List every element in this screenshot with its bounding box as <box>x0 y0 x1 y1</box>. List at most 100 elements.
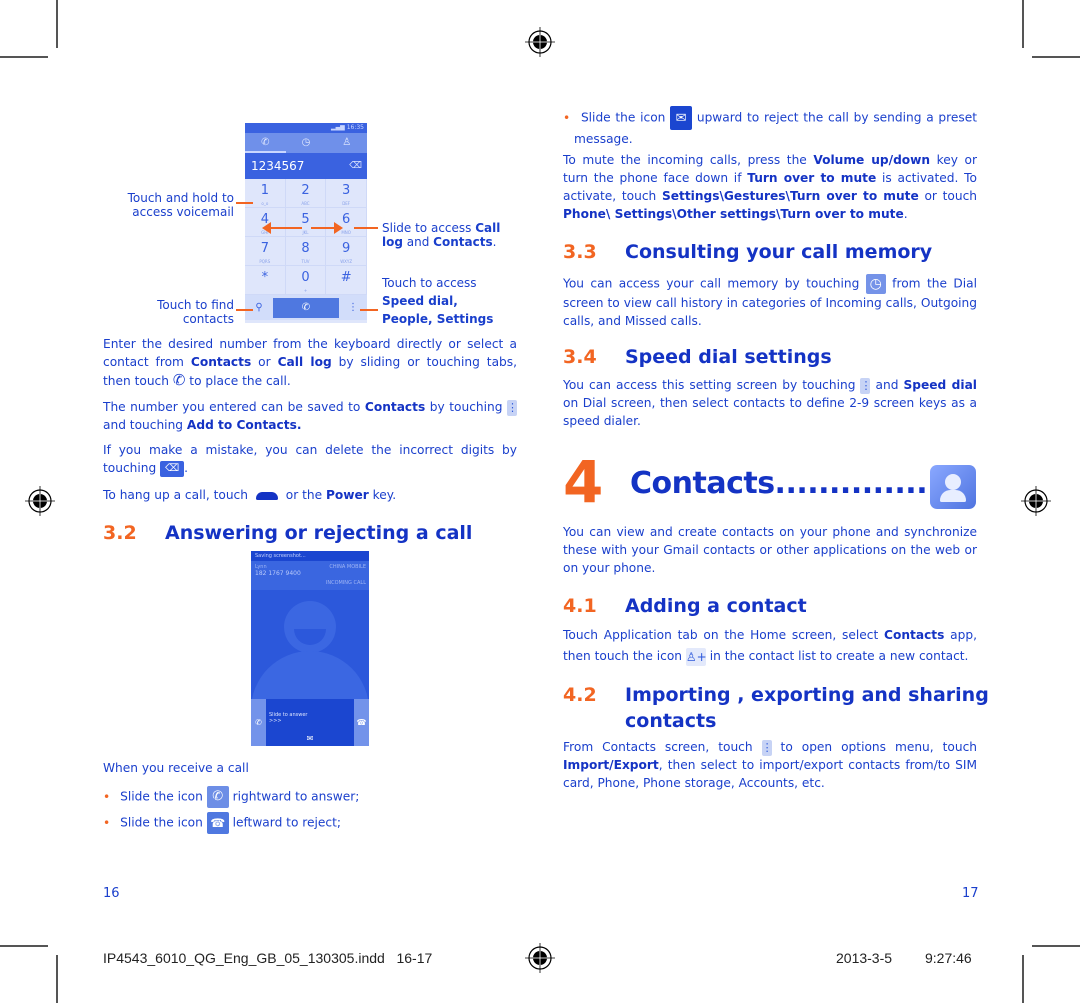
body-text: You can access this setting screen by to… <box>563 378 861 392</box>
callout-text: Touch and hold to <box>127 191 234 205</box>
body-text: leftward to reject; <box>228 815 341 830</box>
key-digit: 5 <box>301 212 310 227</box>
crop-mark <box>1022 0 1024 48</box>
section-heading-3-2: 3.2 Answering or rejecting a call <box>103 522 472 544</box>
incoming-call-screenshot: Saving screenshot... Lynn 182 1767 9400 … <box>251 551 369 746</box>
chapter-number: 4 <box>563 448 604 516</box>
bold-text: Power <box>325 488 369 502</box>
callout-bold: log <box>382 235 403 249</box>
crop-mark <box>0 56 48 58</box>
section-title: contacts <box>625 710 717 732</box>
body-text: To mute the incoming calls, press the <box>563 153 814 167</box>
page-number-right: 17 <box>962 886 979 901</box>
mute-paragraph: To mute the incoming calls, press the Vo… <box>563 151 977 223</box>
footer-filename: IP4543_6010_QG_Eng_GB_05_130305.indd 16-… <box>103 950 433 966</box>
body-text: to place the call. <box>185 374 291 388</box>
registration-mark-icon <box>1021 486 1051 516</box>
page-number-left: 16 <box>103 886 120 901</box>
key-digit: 1 <box>260 183 269 198</box>
callout-access: Touch to access Speed dial, People, Sett… <box>382 274 512 328</box>
answer-bullet: Slide the icon ✆ rightward to answer; <box>103 786 359 808</box>
section-heading-3-3: 3.3 Consulting your call memory <box>563 241 932 263</box>
slide-arrows: >>> <box>269 718 282 724</box>
key-digit: 8 <box>301 241 310 256</box>
speed-dial-paragraph: You can access this setting screen by to… <box>563 376 977 430</box>
key-letters: MNO <box>341 230 351 235</box>
caller-number: 182 1767 9400 <box>255 570 301 577</box>
section-title: Consulting your call memory <box>625 241 933 263</box>
bold-text: Contacts <box>884 628 945 642</box>
number-display: 1234567 ⌫ <box>245 153 367 179</box>
keypad-key: 5 JKL <box>285 208 327 237</box>
message-envelope-icon: ✉ <box>670 106 693 130</box>
bold-text: Contacts <box>190 355 252 369</box>
contacts-tab-icon: ♙ <box>342 137 352 148</box>
bold-text: Contacts <box>364 400 426 414</box>
menu-dots-icon: ⋮ <box>761 739 773 756</box>
clock-icon: ◷ <box>865 274 886 294</box>
key-letters: DEF <box>342 201 351 206</box>
callout-text: Touch to access <box>382 276 477 290</box>
crop-mark <box>1032 945 1080 947</box>
slide-area: Slide to answer >>> ✉ <box>266 699 354 746</box>
section-heading-4-1: 4.1 Adding a contact <box>563 595 807 617</box>
message-reject-bullet: Slide the icon ✉ upward to reject the ca… <box>563 106 977 148</box>
bold-text: Add to Contacts. <box>186 418 302 432</box>
add-contact-paragraph: Touch Application tab on the Home screen… <box>563 625 977 667</box>
delete-digits-paragraph: If you make a mistake, you can delete th… <box>103 441 517 477</box>
dialer-bottom-bar: ⚲ ✆ ⋮ <box>245 295 367 320</box>
dialed-number: 1234567 <box>251 159 305 173</box>
body-text: To hang up a call, touch <box>103 488 252 502</box>
key-letters: TUV <box>301 259 310 264</box>
menu-dots-icon: ⋮ <box>860 377 872 394</box>
backspace-icon: ⌫ <box>349 161 362 171</box>
caller-info: Lynn 182 1767 9400 CHINA MOBILE INCOMING… <box>251 561 369 590</box>
callout-text: and <box>402 235 434 249</box>
message-envelope-icon: ✉ <box>306 734 314 743</box>
section-number: 3.4 <box>563 346 597 368</box>
section-number: 3.2 <box>103 522 137 544</box>
bold-text: Speed dial <box>903 378 977 392</box>
callout-line <box>236 309 253 311</box>
footer-date: 2013-3-5 <box>836 950 893 966</box>
incoming-label: INCOMING CALL <box>325 580 366 586</box>
key-digit: 0 <box>301 270 310 285</box>
body-text: Slide the icon <box>580 110 671 125</box>
callout-text: Touch to find <box>157 298 234 312</box>
contacts-app-icon <box>930 465 976 509</box>
key-letters: JKL <box>302 230 309 235</box>
registration-mark-icon <box>525 943 555 973</box>
callout-text: Slide to access <box>382 221 476 235</box>
callout-slide: Slide to access Call log and Contacts. <box>382 221 512 249</box>
bold-text: Turn over to mute <box>747 171 877 185</box>
clock-tab-icon: ◷ <box>301 137 311 148</box>
body-text: You can access your call memory by touch… <box>563 276 866 291</box>
key-letters: WXYZ <box>340 259 353 264</box>
crop-mark <box>56 0 58 48</box>
menu-dots-icon: ⋮ <box>348 302 358 313</box>
key-letters: + <box>303 288 308 293</box>
dial-instructions: Enter the desired number from the keyboa… <box>103 335 517 390</box>
keypad-key: 3 DEF <box>326 179 367 208</box>
body-text: Slide the icon <box>120 815 207 830</box>
body-text: From Contacts screen, touch <box>563 740 762 754</box>
callout-line <box>360 309 378 311</box>
body-text: by touching <box>425 400 507 414</box>
body-text: The number you entered can be saved to <box>103 400 365 414</box>
status-time: 16:35 <box>346 124 364 131</box>
bold-text: Volume up/down <box>813 153 931 167</box>
carrier-name: CHINA MOBILE <box>329 564 366 570</box>
body-text: rightward to answer; <box>228 789 360 804</box>
keypad-key: 0 + <box>285 266 327 295</box>
backspace-icon: ⌫ <box>160 460 185 477</box>
answer-phone-icon: ✆ <box>251 699 266 746</box>
section-number: 4.1 <box>563 595 597 617</box>
bold-text: Import/Export <box>563 758 659 772</box>
keypad-key: 9 WXYZ <box>326 237 367 266</box>
callout-bold: Speed dial, <box>382 294 458 308</box>
key-digit: # <box>340 270 352 285</box>
callout-bold: Call <box>475 221 501 235</box>
key-digit: 9 <box>342 241 351 256</box>
bold-text: Phone\ Settings\Other settings\Turn over… <box>563 207 904 221</box>
registration-mark-icon <box>525 27 555 57</box>
